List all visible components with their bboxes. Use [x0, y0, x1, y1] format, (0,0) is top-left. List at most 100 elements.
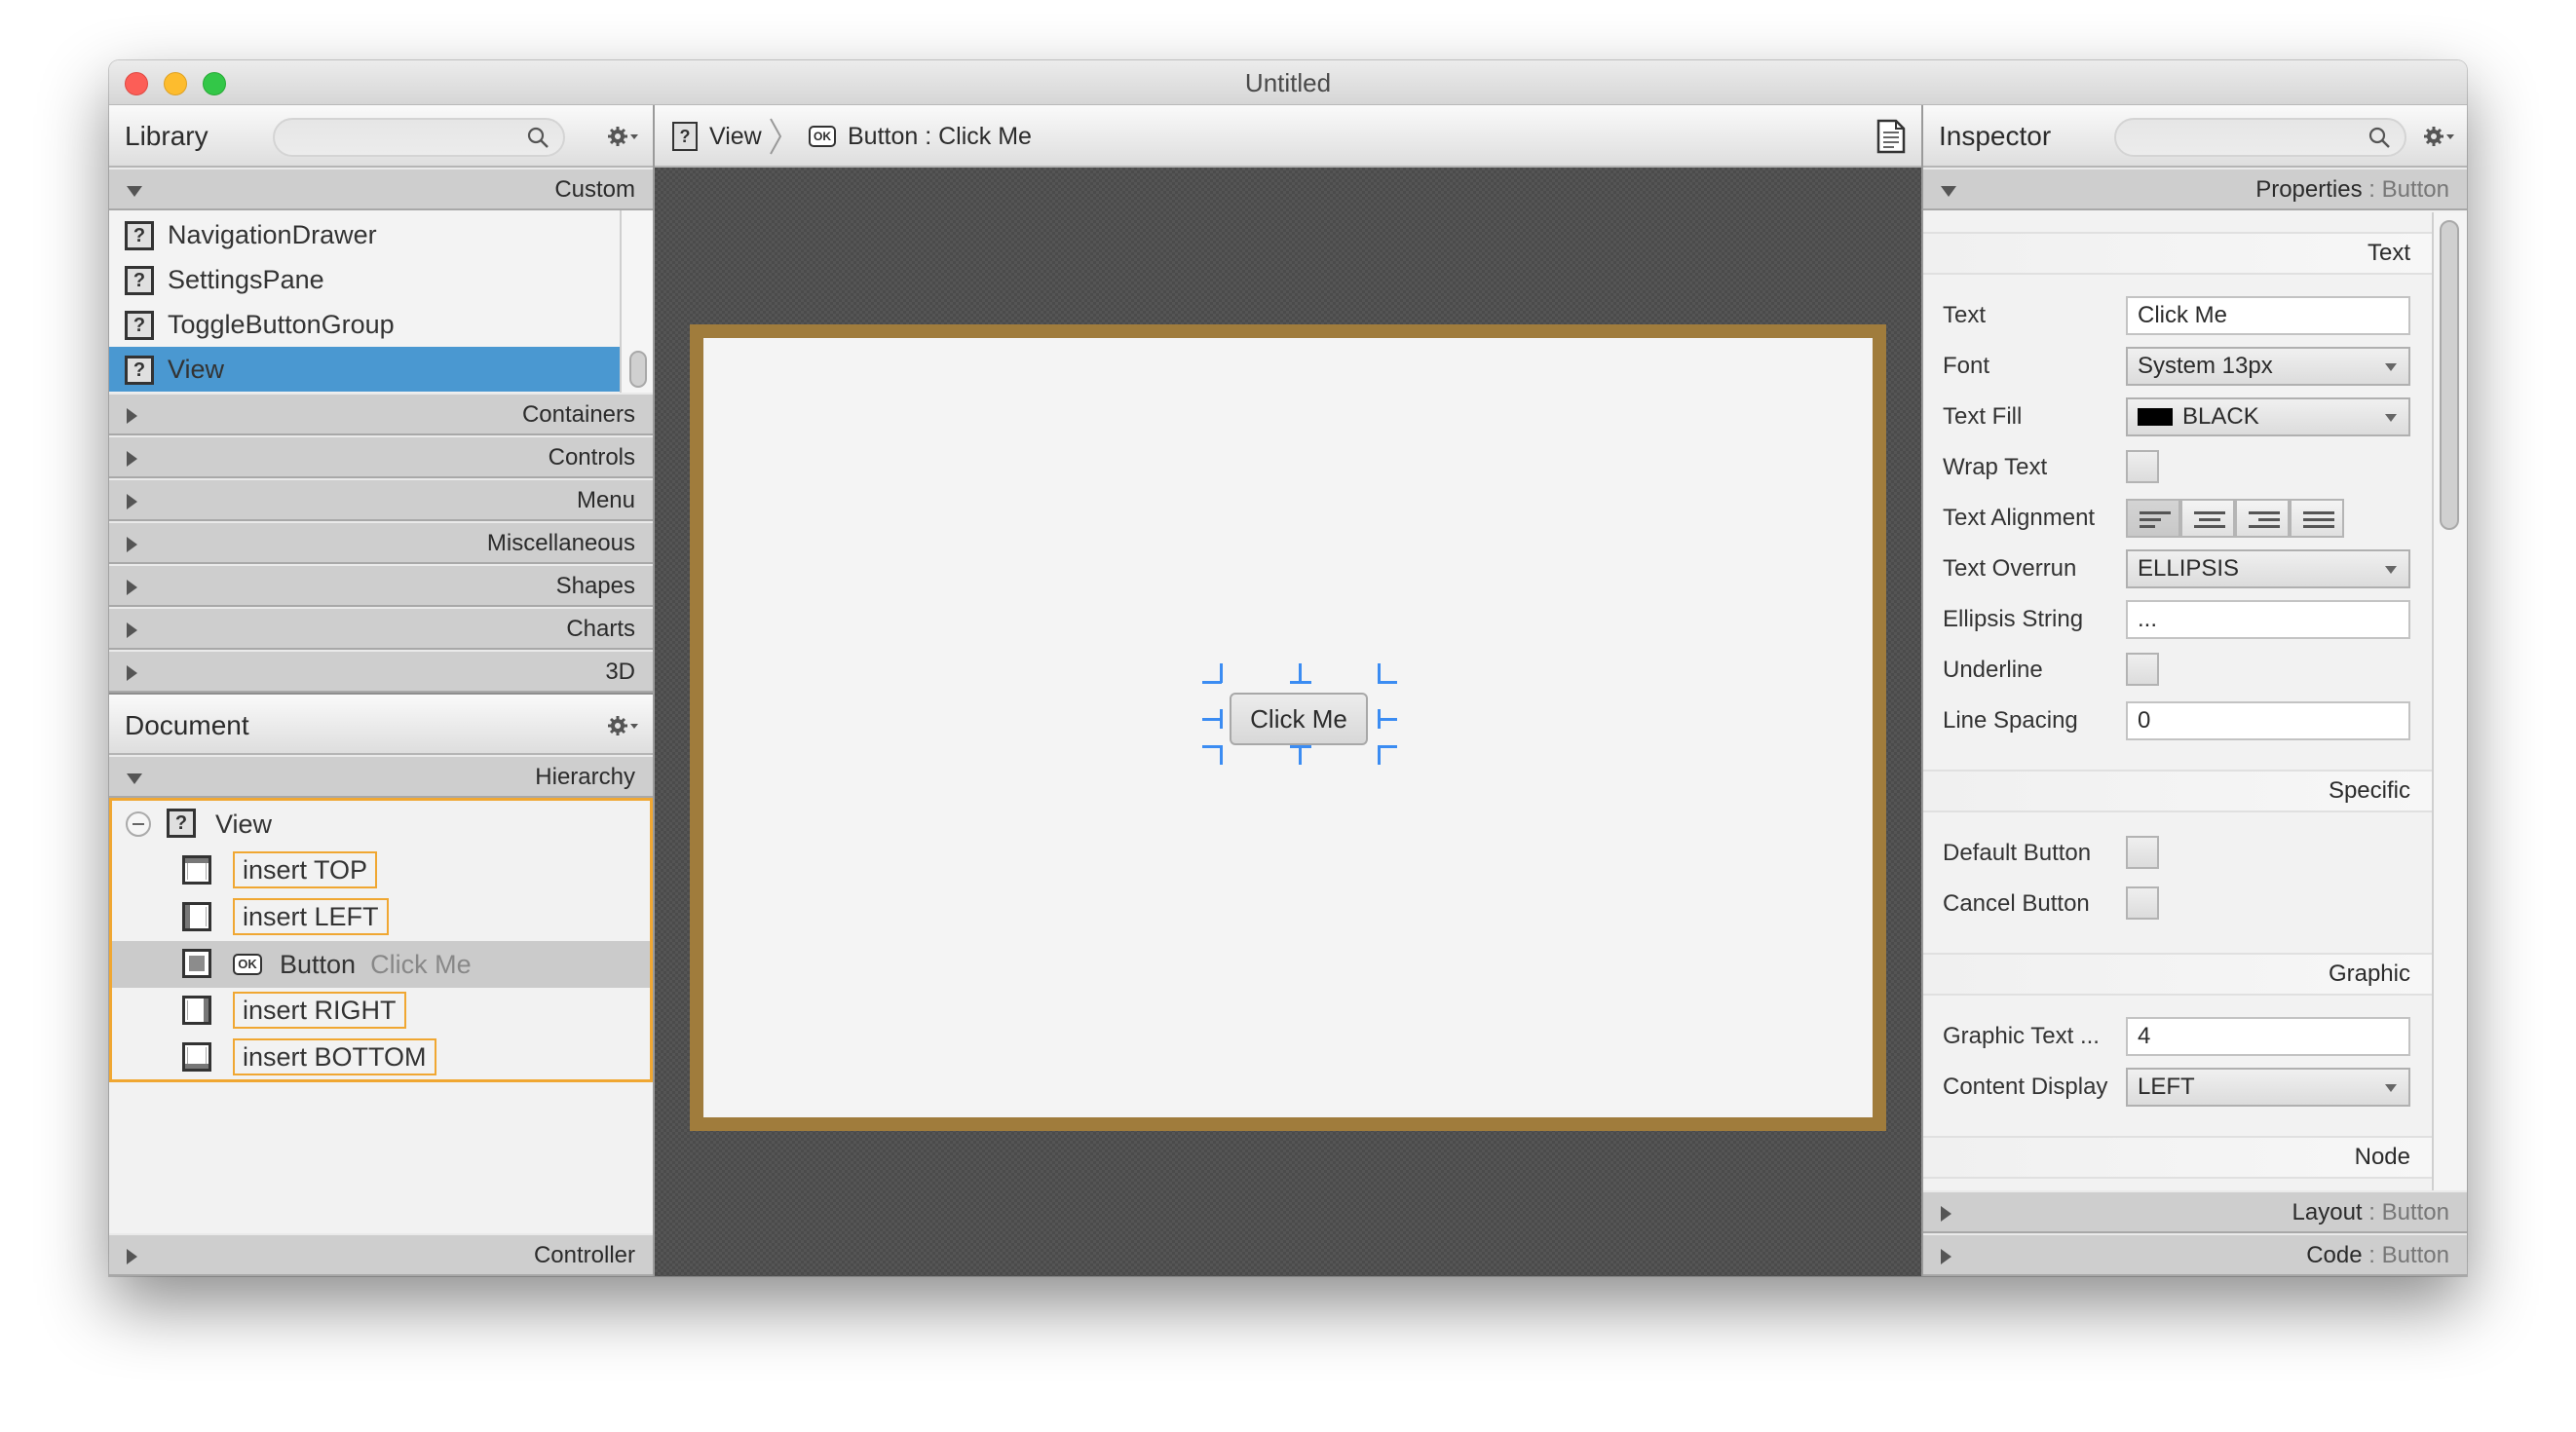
- prop-label: Underline: [1943, 657, 2043, 683]
- view-stage[interactable]: Click Me: [690, 324, 1886, 1131]
- scrollbar-thumb[interactable]: [2440, 220, 2459, 530]
- align-center-button[interactable]: [2180, 499, 2235, 538]
- breadcrumb-item-view[interactable]: View: [709, 105, 762, 168]
- section-layout[interactable]: Layout : Button: [1923, 1190, 2467, 1233]
- section-custom-label: Custom: [554, 176, 635, 203]
- inspector-search-input[interactable]: [2114, 118, 2406, 157]
- section-controller[interactable]: Controller: [109, 1233, 653, 1276]
- inspector-gear-menu-icon[interactable]: [2422, 123, 2455, 150]
- wrap-text-checkbox[interactable]: [2126, 450, 2159, 483]
- resize-handle-bottom[interactable]: [1290, 745, 1311, 765]
- section-hierarchy[interactable]: Hierarchy: [109, 755, 653, 798]
- align-justify-button[interactable]: [2290, 499, 2344, 538]
- tree-row[interactable]: insert RIGHT: [112, 988, 650, 1035]
- section-subject: Button: [2381, 1242, 2449, 1268]
- properties-body: Text Text Click Me Font System 13px Text…: [1923, 212, 2467, 1190]
- library-search-input[interactable]: [273, 118, 565, 157]
- underline-checkbox[interactable]: [2126, 653, 2159, 686]
- scrollbar-thumb[interactable]: [629, 351, 647, 388]
- section-shapes[interactable]: Shapes: [109, 564, 653, 607]
- tree-row-button[interactable]: OK Button Click Me: [112, 941, 650, 988]
- insert-top-target[interactable]: insert TOP: [233, 851, 378, 888]
- insert-bottom-target[interactable]: insert BOTTOM: [233, 1038, 436, 1075]
- section-label: Hierarchy: [535, 764, 635, 790]
- tree-row[interactable]: insert TOP: [112, 848, 650, 894]
- tree-row-label: View: [215, 810, 273, 839]
- resize-handle-bottom-right[interactable]: [1378, 745, 1397, 765]
- prop-label: Text Overrun: [1943, 555, 2077, 582]
- list-item[interactable]: ? ToggleButtonGroup: [109, 302, 620, 347]
- resize-handle-right[interactable]: [1378, 709, 1397, 729]
- text-field[interactable]: Click Me: [2126, 296, 2410, 335]
- content-display-select[interactable]: LEFT: [2126, 1068, 2410, 1107]
- collapsed-triangle-icon: [127, 451, 137, 467]
- collapse-icon[interactable]: [126, 811, 151, 837]
- resize-handle-bottom-left[interactable]: [1202, 745, 1223, 765]
- text-overrun-select[interactable]: ELLIPSIS: [2126, 549, 2410, 588]
- insert-right-target[interactable]: insert RIGHT: [233, 992, 406, 1029]
- unknown-component-icon[interactable]: ?: [672, 122, 698, 151]
- collapsed-triangle-icon: [1941, 1206, 1951, 1222]
- list-item-label: SettingsPane: [168, 265, 324, 294]
- section-charts[interactable]: Charts: [109, 607, 653, 650]
- text-alignment-group: [2126, 499, 2344, 538]
- document-gear-menu-icon[interactable]: [606, 712, 639, 739]
- library-list: ? NavigationDrawer ? SettingsPane ? Togg…: [109, 210, 653, 393]
- cancel-button-checkbox[interactable]: [2126, 886, 2159, 920]
- collapsed-triangle-icon: [127, 408, 137, 424]
- library-gear-menu-icon[interactable]: [606, 123, 639, 150]
- section-3d[interactable]: 3D: [109, 650, 653, 693]
- tree-row[interactable]: insert BOTTOM: [112, 1035, 650, 1081]
- group-label: Specific: [2328, 777, 2410, 804]
- section-controls[interactable]: Controls: [109, 435, 653, 478]
- region-left-icon: [182, 902, 211, 931]
- list-item-label: ToggleButtonGroup: [168, 310, 395, 339]
- section-code[interactable]: Code : Button: [1923, 1233, 2467, 1276]
- group-label: Node: [2354, 1144, 2410, 1170]
- section-subject: Button: [2381, 1199, 2449, 1225]
- library-scrollbar[interactable]: [620, 210, 653, 393]
- left-panel: Library Custom ? NavigationDrawer ? Sett…: [109, 105, 655, 1276]
- prop-label: Cancel Button: [1943, 890, 2090, 917]
- list-item[interactable]: ? NavigationDrawer: [109, 212, 620, 257]
- section-properties[interactable]: Properties : Button: [1923, 168, 2467, 210]
- section-containers[interactable]: Containers: [109, 393, 653, 435]
- group-text-header: Text: [1923, 232, 2432, 275]
- button-type-icon: OK: [233, 954, 262, 975]
- default-button-checkbox[interactable]: [2126, 836, 2159, 869]
- document-icon[interactable]: [1876, 119, 1906, 154]
- prop-label: Text Alignment: [1943, 505, 2096, 531]
- section-label: Containers: [521, 401, 635, 428]
- list-item-selected[interactable]: ? View: [109, 347, 620, 392]
- insert-left-target[interactable]: insert LEFT: [233, 898, 389, 935]
- resize-handle-top[interactable]: [1290, 663, 1311, 684]
- breadcrumb-item-button[interactable]: Button : Click Me: [848, 105, 1032, 168]
- font-select[interactable]: System 13px: [2126, 347, 2410, 386]
- section-menu[interactable]: Menu: [109, 478, 653, 521]
- tree-row[interactable]: insert LEFT: [112, 894, 650, 941]
- inspector-scrollbar[interactable]: [2432, 212, 2467, 1190]
- resize-handle-left[interactable]: [1202, 709, 1223, 729]
- text-fill-select[interactable]: BLACK: [2126, 397, 2410, 436]
- title-bar: Untitled: [109, 60, 2467, 105]
- resize-handle-top-right[interactable]: [1378, 663, 1397, 684]
- section-title: Properties: [2255, 176, 2363, 203]
- collapsed-triangle-icon: [127, 665, 137, 681]
- section-label: Layout : Button: [2292, 1199, 2449, 1225]
- section-custom[interactable]: Custom: [109, 168, 653, 210]
- align-left-button[interactable]: [2126, 499, 2180, 538]
- document-header: Document: [109, 693, 653, 755]
- align-right-button[interactable]: [2235, 499, 2290, 538]
- graphic-text-gap-field[interactable]: 4: [2126, 1017, 2410, 1056]
- document-title: Document: [125, 710, 249, 740]
- line-spacing-field[interactable]: 0: [2126, 701, 2410, 740]
- section-miscellaneous[interactable]: Miscellaneous: [109, 521, 653, 564]
- click-me-button[interactable]: Click Me: [1230, 693, 1368, 745]
- ellipsis-string-field[interactable]: ...: [2126, 600, 2410, 639]
- section-label: Code : Button: [2306, 1242, 2449, 1268]
- design-canvas[interactable]: Click Me: [655, 168, 1921, 1276]
- group-node-header: Node: [1923, 1136, 2432, 1179]
- tree-row-root[interactable]: ? View: [112, 801, 650, 848]
- resize-handle-top-left[interactable]: [1202, 663, 1223, 684]
- list-item[interactable]: ? SettingsPane: [109, 257, 620, 302]
